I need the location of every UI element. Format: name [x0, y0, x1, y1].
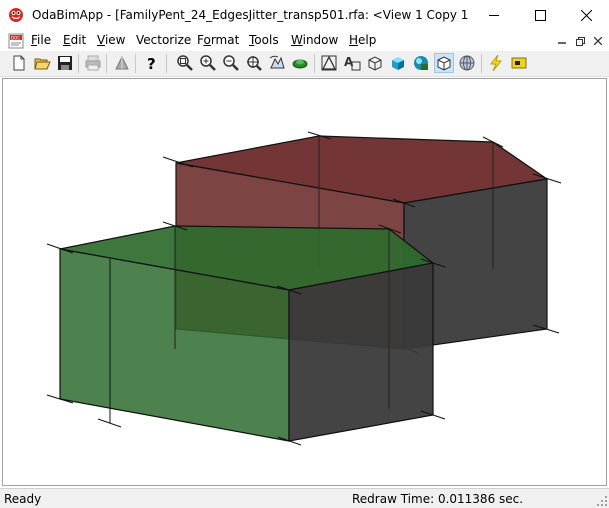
- menu-file[interactable]: File: [31, 33, 51, 47]
- maximize-button[interactable]: [517, 0, 563, 31]
- wireframe-2d-icon[interactable]: [320, 54, 338, 72]
- mdi-minimize-button[interactable]: [553, 33, 571, 49]
- mdi-close-button[interactable]: [589, 33, 607, 49]
- zoom-in-icon[interactable]: [199, 54, 217, 72]
- window-title: OdaBimApp - [FamilyPent_24_EdgesJitter_t…: [32, 8, 472, 22]
- oda-app-icon: [9, 8, 23, 22]
- orbit-icon[interactable]: [268, 54, 286, 72]
- menu-vectorize[interactable]: Vectorize: [136, 33, 191, 47]
- regen-lightning-icon[interactable]: [487, 54, 505, 72]
- status-redraw-time: Redraw Time: 0.011386 sec.: [352, 492, 524, 506]
- zoom-extents-icon[interactable]: [176, 54, 194, 72]
- close-button[interactable]: [563, 0, 609, 31]
- menu-help[interactable]: Help: [349, 33, 376, 47]
- zoom-out-icon[interactable]: [222, 54, 240, 72]
- zoom-window-icon[interactable]: [245, 54, 263, 72]
- restore-icon: [575, 36, 585, 46]
- resize-grip-icon[interactable]: [596, 495, 608, 507]
- title-bar: OdaBimApp - [FamilyPent_24_EdgesJitter_t…: [0, 0, 609, 31]
- green-pentagonal-prism: [46, 221, 446, 446]
- menu-window[interactable]: Window: [291, 33, 338, 47]
- model-canvas[interactable]: [3, 79, 606, 485]
- close-icon: [594, 37, 602, 45]
- layers-icon[interactable]: [510, 54, 528, 72]
- walk-icon[interactable]: [291, 54, 309, 72]
- print-icon[interactable]: [84, 54, 102, 72]
- new-file-icon[interactable]: [10, 54, 28, 72]
- menu-tools[interactable]: Tools: [249, 33, 279, 47]
- open-folder-icon[interactable]: [33, 54, 51, 72]
- menu-format[interactable]: Format: [197, 33, 239, 47]
- status-bar: Ready Redraw Time: 0.011386 sec.: [0, 488, 609, 508]
- svg-text:DOC: DOC: [11, 36, 20, 41]
- status-ready-text: Ready: [4, 492, 42, 506]
- toolbar-separator: [106, 54, 107, 73]
- minimize-icon: [558, 42, 566, 44]
- minimize-icon: [488, 15, 499, 16]
- hidden-line-icon[interactable]: [434, 53, 454, 73]
- gouraud-sphere-icon[interactable]: [458, 54, 476, 72]
- mdi-restore-button[interactable]: [571, 33, 589, 49]
- toolbar: ? A: [0, 51, 609, 77]
- toolbar-separator: [78, 54, 79, 73]
- maximize-icon: [534, 10, 546, 21]
- close-icon: [580, 10, 592, 21]
- wireframe-3d-icon[interactable]: [366, 54, 384, 72]
- document-icon[interactable]: DOC: [7, 32, 25, 50]
- toolbar-separator: [481, 54, 482, 73]
- toolbar-separator: [166, 54, 167, 73]
- pan-icon[interactable]: [113, 54, 131, 72]
- minimize-button[interactable]: [471, 0, 517, 31]
- menu-view[interactable]: View: [97, 33, 125, 47]
- svg-text:?: ?: [147, 55, 156, 72]
- rendered-sphere-icon[interactable]: [412, 54, 430, 72]
- save-disk-icon[interactable]: [56, 54, 74, 72]
- help-question-icon[interactable]: ?: [142, 54, 160, 72]
- text-style-icon[interactable]: A: [343, 54, 361, 72]
- menu-bar: DOC File Edit View Vectorize Format Tool…: [0, 31, 609, 51]
- toolbar-separator: [135, 54, 136, 73]
- toolbar-separator: [314, 54, 315, 73]
- shaded-cube-icon[interactable]: [389, 54, 407, 72]
- menu-edit[interactable]: Edit: [63, 33, 86, 47]
- model-viewport[interactable]: [2, 78, 607, 486]
